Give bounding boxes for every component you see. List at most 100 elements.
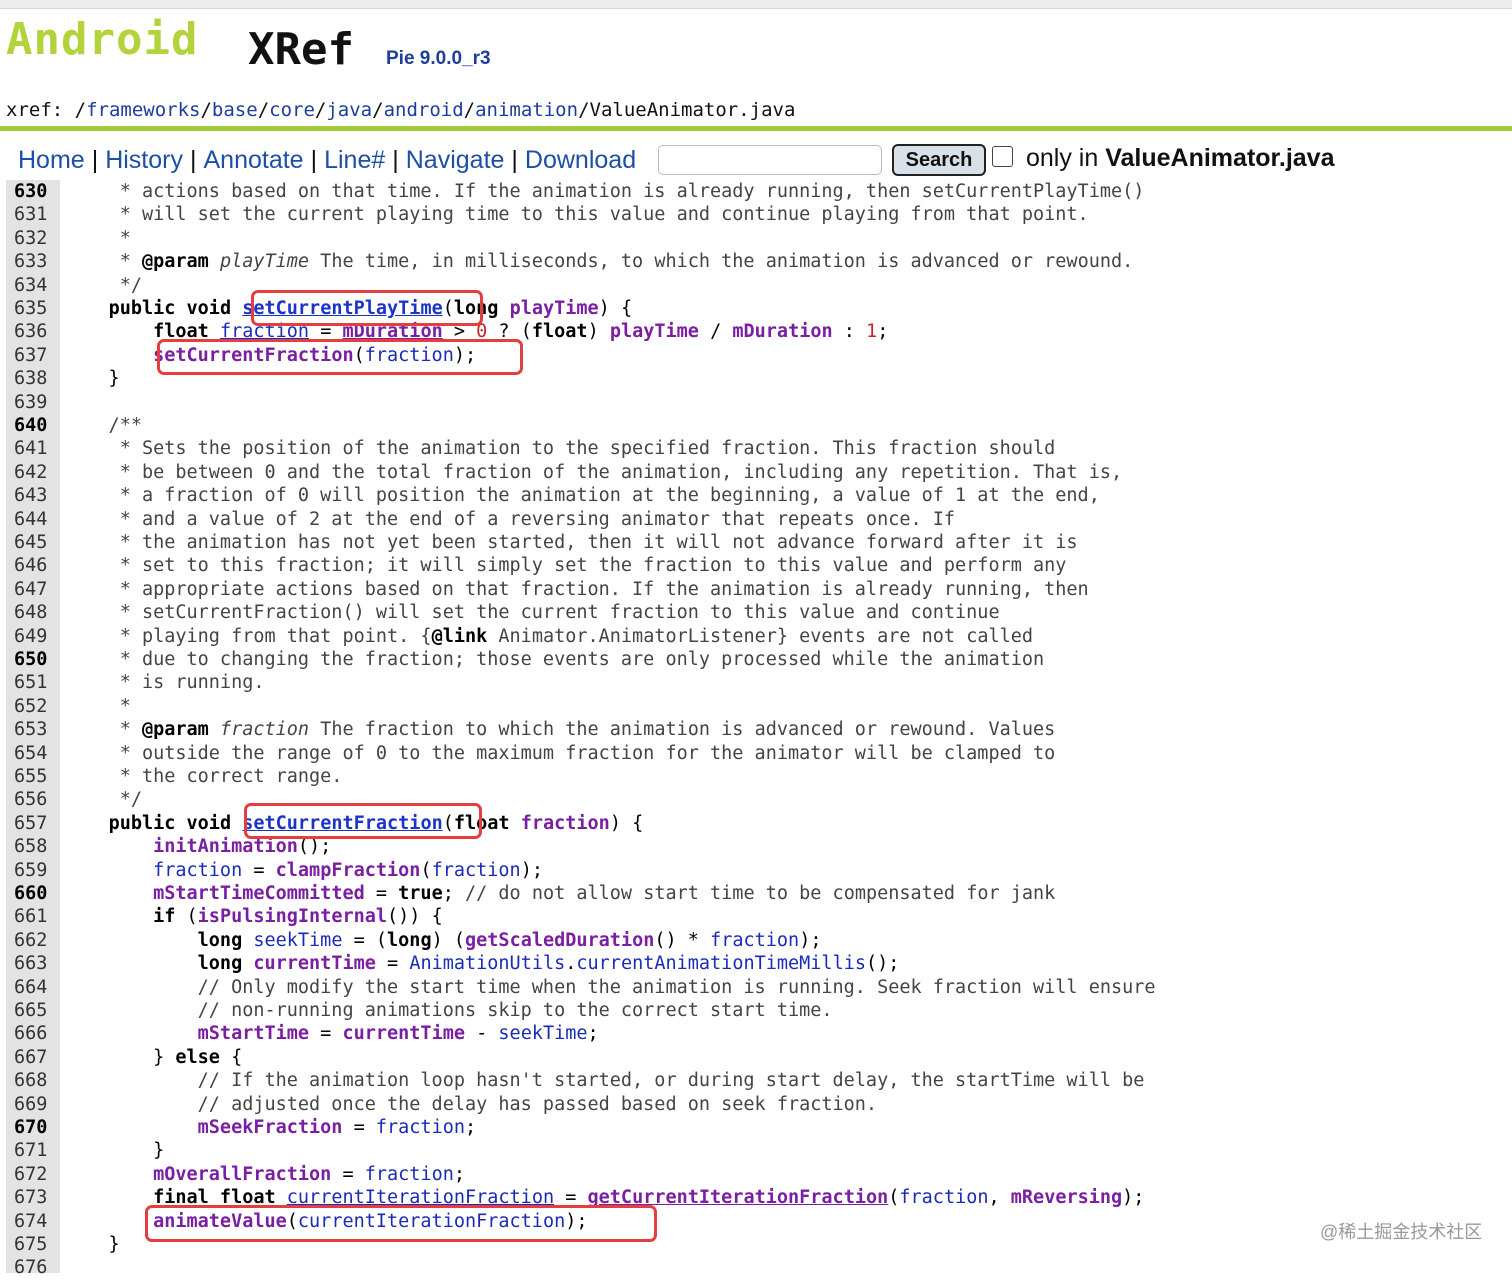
line-number-link[interactable]: 652: [6, 695, 54, 718]
line-number-link[interactable]: 633: [6, 250, 54, 273]
line-number-link[interactable]: 655: [6, 765, 54, 788]
nav-separator: |: [310, 145, 318, 174]
line-number-link[interactable]: 674: [6, 1210, 54, 1233]
code-line: 645 * the animation has not yet been sta…: [6, 531, 1512, 554]
code-line: 669 // adjusted once the delay has passe…: [6, 1093, 1512, 1116]
code-text: // If the animation loop hasn't started,…: [64, 1070, 1145, 1092]
code-text: * @param fraction The fraction to which …: [64, 719, 1056, 741]
line-number-link[interactable]: 640: [6, 414, 54, 437]
breadcrumb-android[interactable]: android: [384, 99, 464, 121]
line-number-link[interactable]: 663: [6, 952, 54, 975]
breadcrumb-core[interactable]: core: [269, 99, 315, 121]
line-number-link[interactable]: 672: [6, 1163, 54, 1186]
line-number-link[interactable]: 657: [6, 812, 54, 835]
nav-bar: Home | History | Annotate | Line# | Navigate…: [18, 140, 636, 180]
line-number-link[interactable]: 641: [6, 437, 54, 460]
code-text: * Sets the position of the animation to …: [64, 438, 1056, 460]
line-number-link[interactable]: 647: [6, 578, 54, 601]
line-number-link[interactable]: 662: [6, 929, 54, 952]
code-text: }: [64, 1140, 165, 1162]
nav-separator: |: [91, 145, 99, 174]
code-line: 639: [6, 391, 1512, 414]
line-number-link[interactable]: 668: [6, 1069, 54, 1092]
line-number-link[interactable]: 637: [6, 344, 54, 367]
breadcrumb-base[interactable]: base: [212, 99, 258, 121]
breadcrumb-animation[interactable]: animation: [475, 99, 578, 121]
line-number-link[interactable]: 639: [6, 391, 54, 414]
line-number-link[interactable]: 643: [6, 484, 54, 507]
code-line: 646 * set to this fraction; it will simp…: [6, 554, 1512, 577]
nav-home-link[interactable]: Home: [18, 146, 85, 175]
logo-version: Pie 9.0.0_r3: [386, 48, 491, 69]
search-button[interactable]: Search: [892, 144, 986, 176]
nav-history-link[interactable]: History: [105, 146, 183, 175]
only-in-file-checkbox[interactable]: [992, 146, 1013, 167]
line-number-link[interactable]: 653: [6, 718, 54, 741]
code-text: *: [64, 227, 131, 249]
line-number-link[interactable]: 650: [6, 648, 54, 671]
code-text: * playing from that point. {@link Animat…: [64, 625, 1034, 647]
breadcrumb-java[interactable]: java: [326, 99, 372, 121]
line-number-link[interactable]: 670: [6, 1116, 54, 1139]
code-text: * actions based on that time. If the ani…: [64, 181, 1145, 202]
nav-annotate-link[interactable]: Annotate: [203, 146, 303, 175]
line-number-link[interactable]: 675: [6, 1233, 54, 1256]
line-number-link[interactable]: 654: [6, 742, 54, 765]
line-number-link[interactable]: 630: [6, 180, 54, 203]
header-divider: [0, 126, 1512, 131]
line-number-link[interactable]: 659: [6, 859, 54, 882]
line-number-link[interactable]: 636: [6, 320, 54, 343]
line-number-link[interactable]: 634: [6, 274, 54, 297]
code-line: 672 mOverallFraction = fraction;: [6, 1163, 1512, 1186]
code-text: * the animation has not yet been started…: [64, 532, 1078, 553]
code-text: * a fraction of 0 will position the anim…: [64, 485, 1100, 507]
code-text: * and a value of 2 at the end of a rever…: [64, 508, 956, 530]
code-line: 641 * Sets the position of the animation…: [6, 437, 1512, 460]
line-number-link[interactable]: 631: [6, 203, 54, 226]
code-text: if (isPulsingInternal()) {: [153, 906, 443, 928]
logo-android-text: Android: [6, 14, 199, 65]
breadcrumb-prefix: xref: /: [6, 99, 87, 121]
line-number-link[interactable]: 665: [6, 999, 54, 1022]
code-text: } else {: [64, 1046, 243, 1068]
nav-navigate-link[interactable]: Navigate: [406, 146, 505, 175]
code-line: 676: [6, 1256, 1512, 1279]
code-line: 635 public void setCurrentPlayTime(long …: [6, 297, 1512, 320]
nav-line-numbers-link[interactable]: Line#: [324, 146, 385, 175]
line-number-link[interactable]: 656: [6, 788, 54, 811]
line-number-link[interactable]: 645: [6, 531, 54, 554]
code-line: 649 * playing from that point. {@link An…: [6, 625, 1512, 648]
highlight-box-animatevalue-call: [145, 1205, 657, 1242]
line-number-link[interactable]: 666: [6, 1022, 54, 1045]
code-text: */: [64, 789, 142, 811]
logo-xref-text: XRef: [248, 24, 354, 75]
code-line: 659 fraction = clampFraction(fraction);: [6, 859, 1512, 882]
code-line: 658 initAnimation();: [6, 835, 1512, 858]
line-number-link[interactable]: 671: [6, 1139, 54, 1162]
nav-download-link[interactable]: Download: [525, 146, 636, 175]
line-number-link[interactable]: 632: [6, 227, 54, 250]
line-number-link[interactable]: 669: [6, 1093, 54, 1116]
line-number-link[interactable]: 644: [6, 508, 54, 531]
line-number-link[interactable]: 673: [6, 1186, 54, 1209]
line-number-link[interactable]: 660: [6, 882, 54, 905]
line-number-link[interactable]: 676: [6, 1256, 54, 1279]
line-number-link[interactable]: 651: [6, 671, 54, 694]
line-number-link[interactable]: 664: [6, 976, 54, 999]
line-number-link[interactable]: 646: [6, 554, 54, 577]
watermark: @稀土掘金技术社区: [1320, 1222, 1483, 1242]
line-number-link[interactable]: 658: [6, 835, 54, 858]
code-line: 663 long currentTime = AnimationUtils.cu…: [6, 952, 1512, 975]
search-input[interactable]: [658, 145, 882, 175]
line-number-link[interactable]: 649: [6, 625, 54, 648]
line-number-link[interactable]: 661: [6, 905, 54, 928]
code-text: }: [64, 1234, 120, 1255]
breadcrumb-frameworks[interactable]: frameworks: [86, 99, 200, 121]
line-number-link[interactable]: 667: [6, 1046, 54, 1069]
line-number-link[interactable]: 648: [6, 601, 54, 624]
line-number-link[interactable]: 638: [6, 367, 54, 390]
line-number-link[interactable]: 635: [6, 297, 54, 320]
code-text: // adjusted once the delay has passed ba…: [64, 1093, 878, 1115]
line-number-link[interactable]: 642: [6, 461, 54, 484]
code-line: 668 // If the animation loop hasn't star…: [6, 1069, 1512, 1092]
